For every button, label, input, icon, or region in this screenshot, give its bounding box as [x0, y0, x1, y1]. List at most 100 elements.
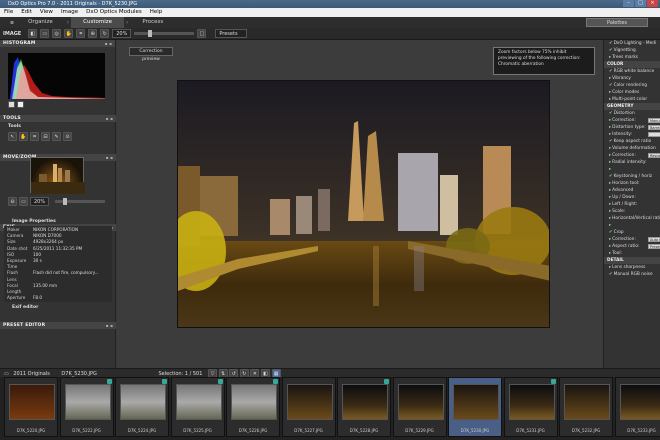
compare-icon[interactable]: ◧ [28, 29, 38, 38]
hand-tool-icon[interactable]: ✋ [64, 29, 74, 38]
tab-process[interactable]: Process [130, 17, 175, 28]
maximize-icon[interactable]: □ [635, 0, 646, 7]
checkmark-icon[interactable]: ✔ [609, 41, 613, 46]
collapse-icon[interactable]: ▸ [609, 132, 611, 137]
correction-row[interactable]: ▸Intensity: [604, 131, 660, 138]
correction-row[interactable]: ▸Horizontal/Vertical ratio [604, 215, 660, 222]
correction-row[interactable]: ▸Aspect ratio: Preserve asp [604, 243, 660, 250]
correction-row[interactable]: ▸Lens sharpness [604, 264, 660, 271]
palettes-dropdown[interactable]: Palettes [586, 18, 648, 27]
collapse-icon[interactable]: ▸ [609, 97, 611, 102]
tab-customize[interactable]: Customize [71, 17, 124, 28]
checkmark-icon[interactable]: ✔ [609, 272, 613, 277]
correction-row[interactable]: ▸Scale: [604, 208, 660, 215]
correction-row[interactable]: ✔Keep aspect ratio [604, 138, 660, 145]
collapse-icon[interactable]: ▸ [609, 90, 611, 95]
view-icon[interactable]: ▭ [40, 29, 50, 38]
collapse-icon[interactable]: ▸ [609, 76, 611, 81]
correction-row[interactable]: ▸ [604, 166, 660, 173]
minimize-icon[interactable]: – [623, 0, 634, 7]
tool-picker-icon[interactable]: ✎ [52, 132, 61, 141]
collapse-icon[interactable]: ▸ [609, 181, 611, 186]
filmstrip-thumbnail[interactable]: D7K_5228.JPG [337, 377, 391, 437]
correction-row[interactable]: ▸Multi-point color [604, 96, 660, 103]
collapse-icon[interactable]: ▸ [609, 160, 611, 165]
zoom-value[interactable]: 20% [112, 29, 132, 38]
collapse-icon[interactable]: ▸ [609, 125, 611, 130]
crop-tool-icon[interactable]: ⌗ [76, 29, 86, 38]
correction-row[interactable]: ▸Up / Down: [604, 194, 660, 201]
collapse-icon[interactable]: ▸ [609, 167, 611, 172]
exif-editor-button[interactable]: Exif editor [4, 305, 112, 310]
correction-row[interactable]: ▸Correction: Manual [604, 117, 660, 124]
correction-row[interactable]: ✔Keystoning / horiz [604, 173, 660, 180]
correction-row[interactable]: ✔Distortion [604, 110, 660, 117]
tool-crop-icon[interactable]: ⌗ [30, 132, 39, 141]
collapse-icon[interactable]: ▸ [609, 223, 611, 228]
menu-help[interactable]: Help [150, 8, 163, 17]
filmstrip-thumbnail[interactable]: D7K_5229.JPG [392, 377, 447, 437]
correction-row[interactable]: ▸Vibrancy [604, 75, 660, 82]
checkmark-icon[interactable]: ✔ [609, 230, 613, 235]
correction-row[interactable]: ✔DxO Lighting - Medi [604, 40, 660, 47]
collapse-icon[interactable]: ▸ [609, 202, 611, 207]
checkmark-icon[interactable]: ✔ [609, 69, 613, 74]
collapse-icon[interactable]: ▸ [609, 153, 611, 158]
checkmark-icon[interactable]: ✔ [609, 83, 613, 88]
correction-row[interactable]: ▸Horizon tool: [604, 180, 660, 187]
tool-select-icon[interactable]: ↖ [8, 132, 17, 141]
fit-icon[interactable]: ◎ [52, 29, 62, 38]
filmstrip-thumbnail[interactable]: D7K_5224.JPG [115, 377, 169, 437]
correction-row[interactable]: ✔Vignetting [604, 47, 660, 54]
fit-screen-icon[interactable]: ▭ [19, 197, 28, 206]
nav-zoom-slider[interactable] [55, 198, 106, 205]
presets-dropdown[interactable]: Presets [215, 29, 248, 38]
collapse-icon[interactable]: ▸ [609, 118, 611, 123]
collapse-icon[interactable]: ▸ [609, 237, 611, 242]
tool-hand-icon[interactable]: ✋ [19, 132, 28, 141]
main-photo[interactable] [177, 80, 550, 328]
panel-options-icon[interactable]: ▪ ▪ [106, 115, 113, 122]
row-value-field[interactable] [648, 132, 660, 137]
correction-row[interactable]: ✔RGB white balance [604, 68, 660, 75]
menu-dxo-modules[interactable]: DxO Optics Modules [86, 8, 142, 17]
navigator-thumbnail[interactable] [30, 157, 85, 194]
collapse-icon[interactable]: ▸ [609, 195, 611, 200]
menu-view[interactable]: View [40, 8, 53, 17]
correction-row[interactable]: ▸Correction: Resize sp [604, 152, 660, 159]
filmstrip-thumbnail[interactable]: D7K_5222.JPG [59, 377, 114, 437]
correction-row[interactable]: ✔Crop [604, 229, 660, 236]
correction-row[interactable]: ▸Left / Right: [604, 201, 660, 208]
tab-organize[interactable]: Organize [16, 17, 65, 28]
rotate-icon[interactable]: ↻ [100, 29, 110, 38]
checkmark-icon[interactable]: ✔ [609, 174, 613, 179]
checkmark-icon[interactable]: ✔ [609, 139, 613, 144]
filmstrip-thumbnail[interactable]: D7K_5230.JPG [448, 377, 502, 437]
menu-image[interactable]: Image [61, 8, 78, 17]
row-value-field[interactable]: Resize sp [648, 153, 660, 158]
collapse-icon[interactable]: ▸ [609, 216, 611, 221]
tool-straighten-icon[interactable]: ⊟ [41, 132, 50, 141]
filmstrip-thumbnail[interactable]: D7K_5231.JPG [503, 377, 558, 437]
zoom-out-icon[interactable]: ⊖ [8, 197, 17, 206]
row-value-field[interactable]: Manual [648, 118, 660, 123]
row-value-field[interactable]: Auto based [648, 237, 660, 242]
correction-preview-button[interactable]: Correction preview [129, 47, 173, 62]
menu-file[interactable]: File [4, 8, 13, 17]
collapse-icon[interactable]: ▸ [609, 209, 611, 214]
zoom-slider-handle[interactable] [148, 30, 153, 37]
zoom-tool-icon[interactable]: ⊕ [88, 29, 98, 38]
correction-row[interactable]: ▸Trees marks [604, 54, 660, 61]
collapse-icon[interactable]: ▸ [609, 251, 611, 256]
filmstrip-thumbnail[interactable]: D7K_5227.JPG [281, 377, 336, 437]
panel-options-icon[interactable]: ▪ ▪ [105, 40, 112, 47]
row-value-field[interactable]: Barrel [648, 125, 660, 130]
row-value-field[interactable]: Preserve asp [648, 244, 660, 249]
zoom-slider[interactable] [134, 30, 195, 37]
correction-row[interactable]: ▸Distortion type: Barrel [604, 124, 660, 131]
filmstrip-thumbnail[interactable]: D7K_5225.JPG [170, 377, 225, 437]
correction-row[interactable]: ▸Radial intensity: [604, 159, 660, 166]
collapse-icon[interactable]: ▸ [609, 244, 611, 249]
filmstrip-thumbnail[interactable]: D7K_5226.JPG [226, 377, 280, 437]
section-header[interactable]: GEOMETRY [604, 103, 660, 110]
